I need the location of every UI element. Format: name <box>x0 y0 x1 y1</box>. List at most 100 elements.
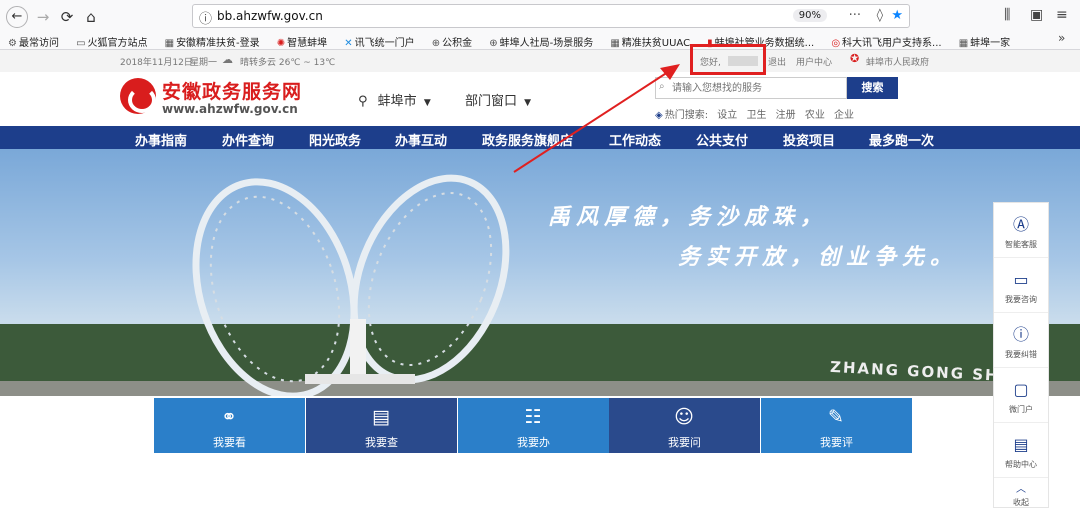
search-input[interactable] <box>672 79 842 97</box>
sidebar-icon[interactable]: ▣ <box>1030 7 1043 23</box>
nav-item[interactable]: 工作动态 <box>609 130 661 149</box>
bookmark-item[interactable]: ▦ 精准扶贫UUAC <box>610 34 690 50</box>
nav-item[interactable]: 政务服务旗舰店 <box>482 130 573 149</box>
glasses-icon: ⚭ <box>221 406 237 428</box>
banner-slogan: 务实开放，创业争先。 <box>678 245 959 270</box>
caret-down-icon: ▼ <box>524 98 532 108</box>
bookmark-item[interactable]: ⊕ 蚌埠人社局-场景服务 <box>489 34 593 50</box>
hot-label: 热门搜索: <box>664 110 709 121</box>
url-bar[interactable]: ⓘ bb.ahzwfw.gov.cn 90% ··· ◊ ★ <box>192 4 910 28</box>
robot-icon: Ⓐ <box>1012 215 1029 234</box>
chat-icon: ☺ <box>674 406 694 428</box>
main-nav: 办事指南 办件查询 阳光政务 办事互动 政务服务旗舰店 工作动态 公共支付 投资… <box>0 126 1080 149</box>
ground <box>0 381 1080 396</box>
zoom-level[interactable]: 90% <box>792 9 827 22</box>
globe-icon: ⊕ <box>489 38 498 49</box>
info-icon[interactable]: ⓘ <box>199 8 212 27</box>
side-toolbar: Ⓐ 智能客服 ▭ 我要咨询 ⓘ 我要纠错 ▢ 微门户 ▤ 帮助中心 ︿ 收起 <box>993 202 1049 508</box>
service-view[interactable]: ⚭ 我要看 <box>154 398 305 453</box>
form-icon: ☷ <box>524 406 542 428</box>
side-item-correct[interactable]: ⓘ 我要纠错 <box>994 313 1048 368</box>
forward-button[interactable]: → <box>32 6 54 28</box>
nav-item[interactable]: 办事互动 <box>395 130 447 149</box>
highlight-box <box>690 44 766 75</box>
site-icon: ✕ <box>344 38 353 49</box>
service-query[interactable]: ▤ 我要查 <box>306 398 457 453</box>
back-button[interactable]: ← <box>6 6 28 28</box>
sculpture-illustration <box>192 174 510 396</box>
monitor-icon: ▢ <box>1013 380 1029 399</box>
top-info-bar: 2018年11月12日 星期一 ☁ 晴转多云 26℃ ~ 13℃ 您好, 退出 … <box>0 50 1080 72</box>
weather-text: 晴转多云 26℃ ~ 13℃ <box>240 58 336 68</box>
site-icon: ✺ <box>276 38 286 49</box>
search-doc-icon: ▤ <box>372 406 390 428</box>
location-pin-icon: ⚲ <box>358 94 368 109</box>
cloud-icon: ☁ <box>222 53 233 66</box>
bookmarks-overflow-icon[interactable]: » <box>1058 31 1065 45</box>
hero-banner[interactable]: 禹风厚德，务沙成珠， 务实开放，创业争先。 ZHANG GONG SHAN <box>0 149 1080 396</box>
gear-icon: ⚙ <box>8 38 17 49</box>
nav-item[interactable]: 阳光政务 <box>309 130 361 149</box>
pocket-icon[interactable]: ◊ <box>877 8 883 23</box>
search-icon: ⌕ <box>659 81 665 92</box>
logo-icon[interactable] <box>120 78 156 114</box>
help-doc-icon: ▤ <box>1013 435 1029 454</box>
side-item-collapse[interactable]: ︿ 收起 <box>994 478 1048 508</box>
bookmark-item[interactable]: ✺ 智慧蚌埠 <box>277 34 327 50</box>
nav-item[interactable]: 办事指南 <box>135 130 187 149</box>
nav-item[interactable]: 最多跑一次 <box>869 130 934 149</box>
user-center-link[interactable]: 用户中心 <box>796 55 832 68</box>
bookmark-item[interactable]: ▭ 火狐官方站点 <box>76 34 147 50</box>
search-box: ⌕ <box>655 77 847 99</box>
logout-link[interactable]: 退出 <box>768 55 786 68</box>
gov-link[interactable]: 蚌埠市人民政府 <box>866 55 929 68</box>
hot-searches: ◈ 热门搜索: 设立 卫生 注册 农业 企业 <box>655 106 860 121</box>
hot-item[interactable]: 卫生 <box>746 110 766 121</box>
site-header: 安徽政务服务网 www.ahzwfw.gov.cn ⚲ 蚌埠市 ▼ 部门窗口 ▼… <box>0 72 1080 126</box>
nav-item[interactable]: 投资项目 <box>783 130 835 149</box>
hot-item[interactable]: 设立 <box>717 110 737 121</box>
reload-button[interactable]: ⟳ <box>56 6 78 28</box>
bookmark-item[interactable]: ⊕ 公积金 <box>432 34 472 50</box>
site-url: www.ahzwfw.gov.cn <box>162 102 298 116</box>
alert-icon: ⓘ <box>1012 325 1029 344</box>
side-item-consult[interactable]: ▭ 我要咨询 <box>994 258 1048 313</box>
page-icon: ▦ <box>164 38 175 49</box>
city-selector[interactable]: ⚲ 蚌埠市 ▼ <box>358 90 431 109</box>
side-item-micro-portal[interactable]: ▢ 微门户 <box>994 368 1048 423</box>
site-title[interactable]: 安徽政务服务网 <box>162 77 302 104</box>
bookmark-star-icon[interactable]: ★ <box>891 8 903 23</box>
page-icon: ▦ <box>610 38 620 49</box>
banner-slogan: 禹风厚德，务沙成珠， <box>548 205 829 230</box>
bookmark-item[interactable]: ▦ 蚌埠一家 <box>959 34 1010 50</box>
side-item-help[interactable]: ▤ 帮助中心 <box>994 423 1048 478</box>
page-icon: ▦ <box>958 38 969 49</box>
home-button[interactable]: ⌂ <box>80 6 102 28</box>
emblem-icon: ✪ <box>850 52 860 65</box>
bookmark-item[interactable]: ✕ 讯飞统一门户 <box>344 34 414 50</box>
menu-icon[interactable]: ≡ <box>1056 7 1068 23</box>
hot-item[interactable]: 注册 <box>776 110 796 121</box>
caret-down-icon: ▼ <box>423 98 431 108</box>
nav-item[interactable]: 办件查询 <box>222 130 274 149</box>
service-rate[interactable]: ✎ 我要评 <box>761 398 912 453</box>
hot-item[interactable]: 企业 <box>834 110 854 121</box>
dept-window-selector[interactable]: 部门窗口 ▼ <box>465 90 531 109</box>
weekday-text: 星期一 <box>190 58 218 68</box>
library-icon[interactable]: ⫼ <box>1004 7 1010 23</box>
service-ask[interactable]: ☺ 我要问 <box>609 398 760 453</box>
nav-item[interactable]: 公共支付 <box>696 130 748 149</box>
browser-chrome: ← → ⟳ ⌂ ⓘ bb.ahzwfw.gov.cn 90% ··· ◊ ★ ⫼… <box>0 0 1080 50</box>
hot-item[interactable]: 农业 <box>805 110 825 121</box>
message-icon: ▭ <box>1013 270 1029 289</box>
globe-icon: ⊕ <box>431 38 441 49</box>
bookmark-item[interactable]: ▦ 安徽精准扶贫-登录 <box>165 34 260 50</box>
date-text: 2018年11月12日 <box>120 58 193 68</box>
more-icon[interactable]: ··· <box>849 8 861 23</box>
url-text: bb.ahzwfw.gov.cn <box>217 9 323 23</box>
search-button[interactable]: 搜索 <box>847 77 898 99</box>
bookmark-item[interactable]: ◎ 科大讯飞用户支持系... <box>831 34 941 50</box>
service-apply[interactable]: ☷ 我要办 <box>458 398 609 453</box>
side-item-ai-service[interactable]: Ⓐ 智能客服 <box>994 203 1048 258</box>
bookmark-item[interactable]: ⚙ 最常访问 <box>8 34 59 50</box>
